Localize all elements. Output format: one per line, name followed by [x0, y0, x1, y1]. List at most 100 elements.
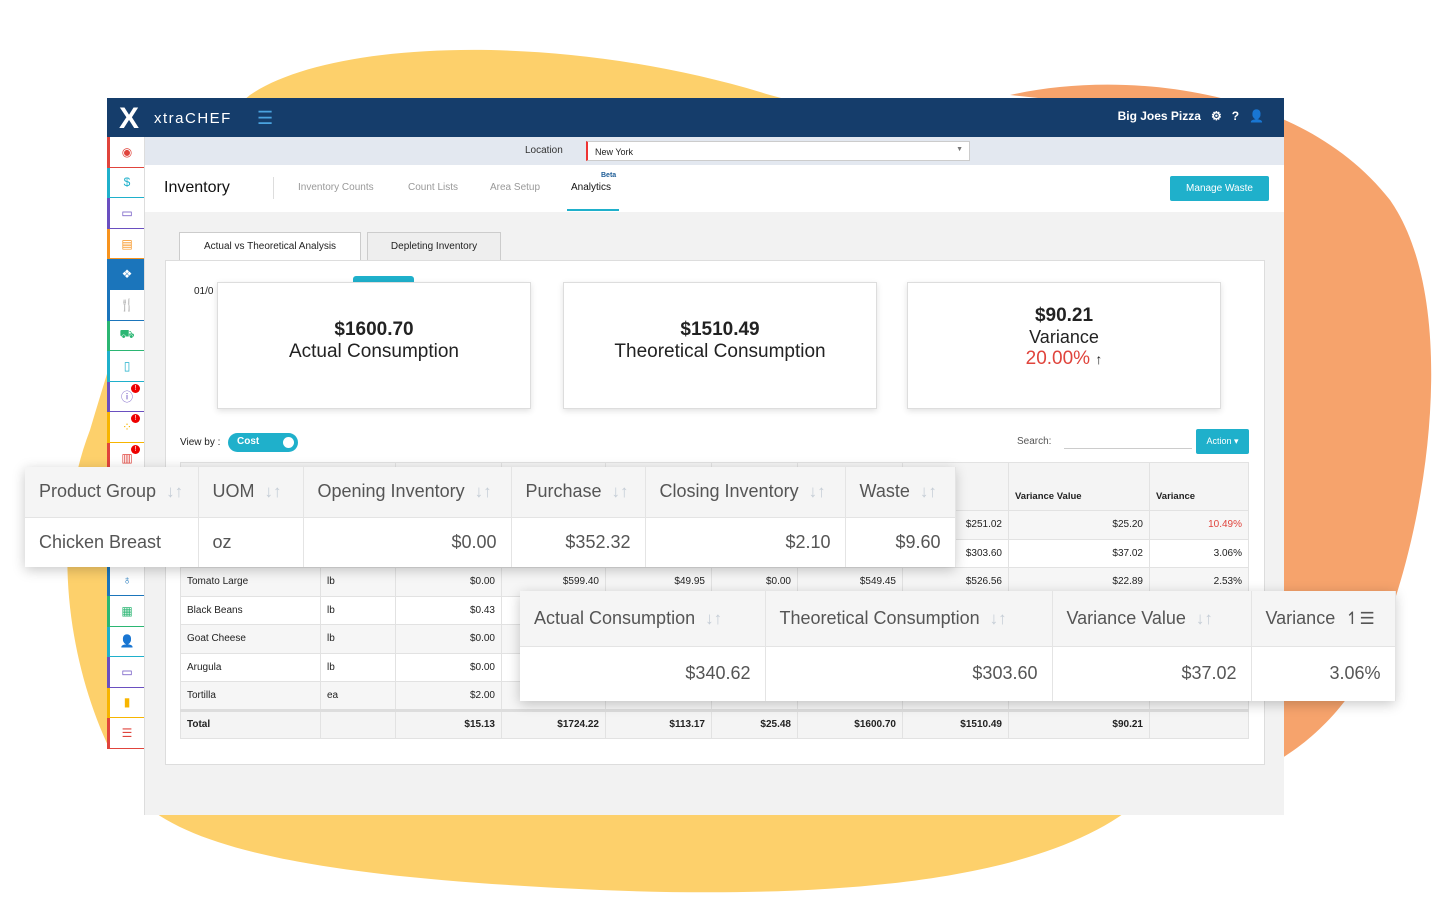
hamburger-icon[interactable]: ☰ [257, 108, 273, 129]
card-value: $90.21 [1034, 305, 1094, 326]
sidebar-money-icon[interactable]: ▭ [107, 198, 144, 229]
total-cell [1149, 708, 1249, 739]
brand-name: xtraCHEF [154, 110, 232, 127]
gear-icon[interactable]: ⚙ [1211, 109, 1222, 123]
sidebar-cart-icon[interactable]: ⛟ [107, 320, 144, 352]
sidebar-document-icon[interactable]: ▯ [107, 351, 144, 382]
sidebar-calculator-icon[interactable]: ▦ [107, 595, 144, 627]
column-header[interactable]: Waste ↓↑ [845, 467, 956, 518]
beta-badge: Beta [601, 172, 617, 179]
help-icon[interactable]: ? [1232, 109, 1239, 123]
location-value: New York [595, 147, 634, 157]
column-title: Product Group [39, 481, 157, 502]
sort-icon[interactable]: ↓↑ [475, 482, 492, 501]
manage-waste-button[interactable]: Manage Waste [1170, 176, 1269, 201]
total-cell [320, 708, 396, 739]
account-name[interactable]: Big Joes Pizza [1118, 109, 1201, 123]
total-cell: Total [180, 708, 321, 739]
sort-icon[interactable]: ↓↑ [1196, 609, 1213, 628]
variance-percent: 20.00% [1025, 348, 1091, 369]
view-by-toggle[interactable]: Cost [228, 433, 298, 452]
top-header: X xtraCHEF ☰ Big Joes Pizza ⚙ ? 👤 [107, 98, 1284, 137]
toggle-label: Cost [237, 436, 260, 447]
column-title: Theoretical Consumption [779, 607, 980, 628]
zoomed-row-callout-2: Actual Consumption ↓↑ Theoretical Consumpt… [520, 591, 1396, 701]
sidebar-monitor-icon[interactable]: ▭ [107, 657, 144, 688]
location-label: Location [525, 145, 563, 156]
table-cell: $2.10 [645, 517, 846, 567]
column-header[interactable]: Opening Inventory ↓↑ [303, 467, 512, 518]
column-title: Closing Inventory [659, 481, 799, 502]
actual-consumption-card: $1600.70 Actual Consumption [217, 282, 531, 409]
nav-inventory-counts[interactable]: Inventory Counts [298, 182, 374, 193]
action-dropdown-button[interactable]: Action ▾ [1196, 429, 1249, 454]
column-title: UOM [212, 481, 255, 502]
column-header[interactable]: Product Group ↓↑ [25, 467, 199, 518]
table-cell: lb [320, 567, 396, 597]
column-header[interactable]: Theoretical Consumption ↓↑ [765, 591, 1053, 647]
sort-icon[interactable]: ↓↑ [990, 609, 1007, 628]
search-input[interactable] [1064, 448, 1192, 449]
column-header[interactable]: Purchase ↓↑ [511, 467, 646, 518]
total-cell: $1510.49 [902, 708, 1009, 739]
sort-icon[interactable]: ↓↑ [705, 609, 722, 628]
total-cell: $25.48 [711, 708, 798, 739]
sidebar-utensils-icon[interactable]: 🍴 [107, 289, 144, 321]
total-cell: $1724.22 [501, 708, 606, 739]
table-cell: 3.06% [1149, 538, 1249, 568]
table-cell: 10.49% [1149, 510, 1249, 540]
card-label: Actual Consumption [288, 341, 460, 362]
sort-icon[interactable]: ↓↑ [920, 482, 937, 501]
nav-count-lists[interactable]: Count Lists [408, 182, 458, 193]
user-icon[interactable]: 👤 [1249, 109, 1264, 123]
table-cell: 3.06% [1251, 646, 1396, 701]
card-value: $1510.49 [680, 319, 760, 340]
column-header[interactable]: Variance ↿☰ [1251, 591, 1396, 647]
table-cell: Tortilla [180, 681, 321, 711]
sort-icon[interactable]: ↓↑ [166, 482, 183, 501]
date-range[interactable]: 01/0 [194, 286, 213, 297]
sidebar-list-icon[interactable]: ▤ [107, 228, 144, 260]
column-title: Actual Consumption [534, 607, 696, 628]
sort-active-icon[interactable]: ↿☰ [1345, 609, 1374, 628]
column-header[interactable]: Closing Inventory ↓↑ [645, 467, 846, 518]
table-cell: Goat Cheese [180, 624, 321, 654]
tab-actual-vs-theoretical[interactable]: Actual vs Theoretical Analysis [179, 232, 361, 260]
table-cell: $37.02 [1052, 646, 1252, 701]
column-header[interactable]: Actual Consumption ↓↑ [520, 591, 766, 647]
sort-icon[interactable]: ↓↑ [265, 482, 282, 501]
table-cell: $340.62 [520, 646, 766, 701]
nav-analytics[interactable]: Analytics [571, 182, 611, 193]
table-cell: $37.02 [1008, 538, 1150, 568]
active-tab-indicator [567, 209, 619, 211]
page-title: Inventory [164, 179, 230, 196]
column-header[interactable]: UOM ↓↑ [198, 467, 304, 518]
sidebar-money-bag-icon[interactable]: ♁ [107, 565, 144, 596]
sidebar-grid-icon[interactable]: ⁘! [107, 412, 144, 443]
sort-icon[interactable]: ↓↑ [809, 482, 826, 501]
sidebar-dollar-icon[interactable]: $ [107, 167, 144, 199]
nav-area-setup[interactable]: Area Setup [490, 182, 540, 193]
sort-icon[interactable]: ↓↑ [612, 482, 629, 501]
sidebar-user-icon[interactable]: 👤 [107, 626, 144, 658]
column-header[interactable]: Variance [1149, 462, 1249, 511]
sidebar-info-icon[interactable]: ⓘ! [107, 381, 144, 413]
column-title: Opening Inventory [317, 481, 465, 502]
variance-card: $90.21 Variance 20.00% ↑ [907, 282, 1221, 409]
sidebar-inventory-icon[interactable]: ❖ [107, 259, 144, 290]
total-cell: $113.17 [605, 708, 712, 739]
location-select[interactable]: New York ▼ [586, 141, 970, 161]
sidebar-list-bullets-icon[interactable]: ☰ [107, 718, 144, 749]
table-cell: $303.60 [765, 646, 1053, 701]
table-cell: Chicken Breast [25, 517, 199, 567]
sidebar-file-icon[interactable]: ▮ [107, 687, 144, 719]
tab-depleting-inventory[interactable]: Depleting Inventory [367, 232, 501, 260]
column-header[interactable]: Variance Value ↓↑ [1052, 591, 1252, 647]
sidebar-dashboard-icon[interactable]: ◉ [107, 137, 144, 168]
search-label: Search: [1017, 436, 1052, 447]
table-cell: $352.32 [511, 517, 646, 567]
table-cell: ea [320, 681, 396, 711]
table-cell: Tomato Large [180, 567, 321, 597]
card-value: $1600.70 [334, 319, 414, 340]
column-header[interactable]: Variance Value [1008, 462, 1150, 511]
